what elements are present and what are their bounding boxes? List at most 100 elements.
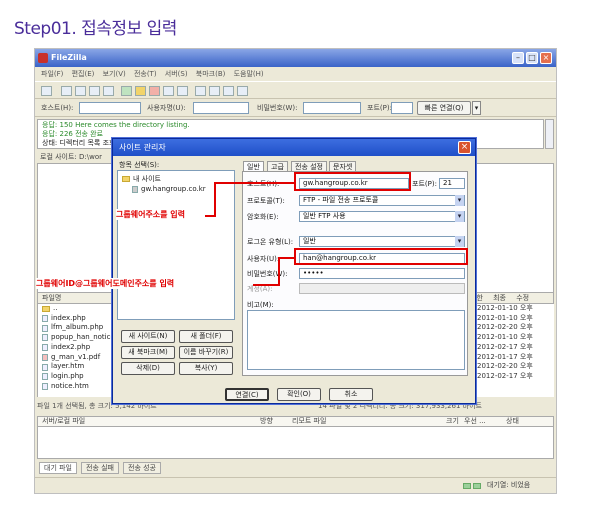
window-titlebar: FileZilla [35, 49, 556, 67]
new-site-button[interactable]: 새 사이트(N) [121, 330, 175, 343]
quick-port-input[interactable] [391, 102, 413, 114]
date-cell: 2012-01-10 오후 [477, 304, 533, 312]
file-icon [42, 334, 48, 342]
queue-col-priority[interactable]: 우선 ... [464, 417, 486, 426]
local-site-label: 로컬 사이트: [40, 153, 77, 161]
port-label: 포트(P): [367, 104, 392, 112]
password-field-label: 비밀번호(W): [247, 270, 288, 278]
callout-line [214, 182, 216, 217]
pdf-icon [42, 353, 48, 361]
tree-label: 항목 선택(S): [119, 161, 160, 169]
toggle-log-icon[interactable] [61, 86, 72, 96]
minimize-icon[interactable]: – [512, 52, 524, 64]
quickconnect-bar: 호스트(H): 사용자명(U): 비밀번호(W): 포트(P): 빠른 연결(Q… [35, 99, 556, 117]
date-cell: 2012-01-10 오후 [477, 333, 533, 342]
remote-tree[interactable] [470, 163, 554, 296]
date-cell: 2012-02-20 오후 [477, 323, 533, 332]
site-manager-icon[interactable] [41, 86, 52, 96]
comments-textarea[interactable] [247, 310, 465, 370]
log-scrollbar[interactable] [545, 119, 554, 149]
tab-failed[interactable]: 전송 실패 [81, 462, 119, 474]
file-icon [42, 315, 48, 323]
connect-button[interactable]: 연결(C) [225, 388, 269, 401]
host-label: 호스트(H): [41, 104, 74, 112]
dialog-tabs: 일반 고급 전송 설정 문자셋 [243, 161, 473, 173]
file-icon [42, 344, 48, 352]
callout-line [253, 284, 279, 286]
new-folder-button[interactable]: 새 폴더(F) [179, 330, 233, 343]
filter-icon[interactable] [195, 86, 206, 96]
window-title: FileZilla [51, 53, 87, 62]
queue-col-remote[interactable]: 리모트 파일 [292, 417, 326, 426]
close-icon[interactable]: × [458, 141, 471, 154]
toggle-remote-icon[interactable] [89, 86, 100, 96]
file-icon [42, 373, 48, 381]
copy-button[interactable]: 복사(Y) [179, 362, 233, 375]
user-callout: 그룹웨어ID@그룹웨어도메인주소를 입력 [36, 278, 175, 289]
date-cell: 2012-01-17 오후 [477, 352, 533, 361]
server-icon [132, 185, 138, 193]
process-queue-icon[interactable] [135, 86, 146, 96]
status-light-icon [473, 483, 481, 489]
log-line: 응답: 150 Here comes the directory listing… [42, 121, 190, 129]
pass-label: 비밀번호(W): [257, 104, 298, 112]
encryption-label: 암호화(E): [247, 213, 279, 221]
maximize-icon[interactable]: □ [526, 52, 538, 64]
cancel-button[interactable]: 취소 [329, 388, 373, 401]
queue-list [37, 427, 554, 459]
protocol-select[interactable]: FTP - 파일 전송 프로토콜 [299, 195, 465, 206]
date-cell: 2012-02-17 오후 [477, 342, 533, 351]
file-icon [42, 382, 48, 390]
comments-label: 비고(M): [247, 301, 274, 309]
quickconnect-button[interactable]: 빠른 연결(Q) [417, 101, 471, 115]
queue-tabs: 대기 파일 전송 실패 전송 성공 [37, 462, 337, 474]
quick-pass-input[interactable] [303, 102, 361, 114]
encryption-select[interactable]: 일반 FTP 사용 [299, 211, 465, 222]
port-input[interactable]: 21 [439, 178, 465, 189]
password-input[interactable]: ••••• [299, 268, 465, 279]
filezilla-logo-icon [38, 53, 48, 63]
folder-icon [42, 305, 50, 312]
sync-browse-icon[interactable] [223, 86, 234, 96]
compare-icon[interactable] [209, 86, 220, 96]
queue-col-direction[interactable]: 방향 [260, 417, 273, 426]
quick-host-input[interactable] [79, 102, 141, 114]
remote-file-list-header[interactable]: 권한 최종 수정 [465, 292, 554, 304]
remote-date-column: 2012-01-10 오후 2012-01-10 오후 2012-02-20 오… [475, 304, 554, 397]
toggle-queue-icon[interactable] [103, 86, 114, 96]
delete-button[interactable]: 삭제(D) [121, 362, 175, 375]
status-light-icon [463, 483, 471, 489]
ok-button[interactable]: 확인(O) [277, 388, 321, 401]
host-callout: 그룹웨어주소를 입력 [116, 209, 186, 220]
queue-col-local[interactable]: 서버/로컬 파일 [42, 417, 85, 426]
tab-queued[interactable]: 대기 파일 [39, 462, 77, 474]
reconnect-icon[interactable] [177, 86, 188, 96]
cancel-icon[interactable] [149, 86, 160, 96]
local-path[interactable]: D:\wor [79, 153, 102, 161]
chevron-down-icon[interactable]: ▾ [472, 101, 481, 115]
logon-type-label: 로그온 유형(L): [247, 238, 294, 246]
queue-col-status[interactable]: 상태 [506, 417, 519, 426]
file-icon [42, 324, 48, 332]
local-site-bar: 로컬 사이트: D:\wor [37, 151, 117, 163]
quick-user-input[interactable] [193, 102, 249, 114]
toggle-tree-icon[interactable] [75, 86, 86, 96]
rename-button[interactable]: 이름 바꾸기(R) [179, 346, 233, 359]
callout-line [214, 182, 294, 184]
date-cell: 2012-02-20 오후 [477, 362, 533, 371]
callout-line [278, 257, 280, 286]
user-field-label: 사용자(U): [247, 255, 280, 263]
new-bookmark-button[interactable]: 새 북마크(M) [121, 346, 175, 359]
disconnect-icon[interactable] [163, 86, 174, 96]
close-window-icon[interactable]: × [540, 52, 552, 64]
date-cell: 2012-02-17 오후 [477, 371, 533, 380]
queue-col-size[interactable]: 크기 [446, 417, 459, 426]
general-tab-panel: 호스트(H): gw.hangroup.co.kr 포트(P): 21 프로토콜… [242, 171, 468, 376]
tab-successful[interactable]: 전송 성공 [123, 462, 161, 474]
refresh-icon[interactable] [121, 86, 132, 96]
logon-type-select[interactable]: 일반 [299, 236, 465, 247]
file-icon [42, 363, 48, 371]
search-icon[interactable] [237, 86, 248, 96]
site-tree[interactable]: 내 사이트 gw.hangroup.co.kr [117, 170, 235, 320]
menu-bar[interactable]: 파일(F) 편집(E) 보기(V) 전송(T) 서버(S) 북마크(B) 도움말… [35, 67, 556, 81]
